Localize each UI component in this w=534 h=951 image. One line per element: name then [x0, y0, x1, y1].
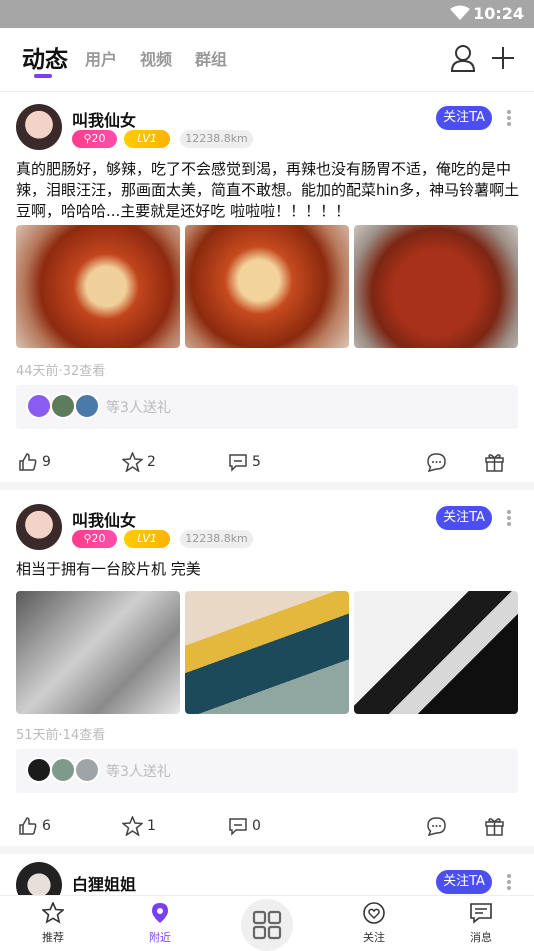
gift-text: 等3人送礼: [106, 764, 171, 780]
distance-badge: 12238.8km: [180, 130, 253, 148]
username[interactable]: 叫我仙女: [72, 507, 136, 531]
gift-avatar: [26, 757, 52, 783]
like-button[interactable]: 9: [18, 452, 51, 472]
username[interactable]: 叫我仙女: [72, 107, 136, 131]
post-text: 相当于拥有一台胶片机 完美: [16, 560, 201, 578]
level-badge: LV1: [124, 130, 170, 148]
follow-button[interactable]: 关注TA: [436, 870, 492, 894]
status-bar: 10:24: [0, 0, 534, 28]
follow-button[interactable]: 关注TA: [436, 106, 492, 130]
comment-count: 0: [252, 818, 261, 834]
thumbs-up-icon: [19, 817, 37, 835]
nav-label: 推荐: [42, 931, 64, 944]
nav-messages[interactable]: 消息: [451, 902, 511, 945]
star-icon: [121, 451, 144, 473]
post-photo[interactable]: [16, 591, 180, 714]
nav-label: 关注: [363, 931, 385, 944]
status-time: 10:24: [473, 4, 524, 23]
comment-button[interactable]: 0: [228, 816, 261, 836]
bottom-nav: 推荐 附近 关注 消息: [0, 895, 534, 951]
level-badge: LV1: [124, 530, 170, 548]
comment-button[interactable]: 5: [228, 452, 261, 472]
gift-avatar: [26, 393, 52, 419]
like-count: 9: [42, 454, 51, 470]
more-icon[interactable]: [502, 108, 516, 132]
post-meta: 44天前·32查看: [16, 364, 106, 379]
gift-text: 等3人送礼: [106, 400, 171, 416]
user-icon[interactable]: [450, 44, 476, 72]
fans-count: 20: [91, 532, 106, 545]
post-photo[interactable]: [354, 591, 518, 714]
fans-badge: ⚲20: [72, 130, 117, 148]
post-meta: 51天前·14查看: [16, 728, 106, 743]
message-icon: [470, 903, 492, 924]
more-icon[interactable]: [502, 872, 516, 895]
like-count: 6: [42, 818, 51, 834]
gift-bar[interactable]: 等3人送礼: [16, 385, 518, 429]
fans-badge: ⚲20: [72, 530, 117, 548]
feed[interactable]: 叫我仙女 ⚲20 LV1 12238.8km 关注TA 真的肥肠好，够辣，吃了不…: [0, 92, 534, 895]
gift-avatar: [50, 757, 76, 783]
top-nav: 动态 用户 视频 群组: [0, 28, 534, 92]
post-photo[interactable]: [185, 225, 349, 348]
star-count: 2: [147, 454, 156, 470]
tab-moments[interactable]: 动态: [22, 40, 68, 74]
comment-icon: [229, 818, 247, 836]
nav-nearby[interactable]: 附近: [130, 902, 190, 945]
post-photo[interactable]: [354, 225, 518, 348]
nav-label: 消息: [470, 931, 492, 944]
username[interactable]: 白狸姐姐: [72, 871, 136, 895]
gift-icon[interactable]: [484, 816, 505, 836]
star-button[interactable]: 2: [121, 451, 156, 473]
star-icon: [121, 815, 144, 837]
wifi-icon: [450, 5, 470, 20]
avatar[interactable]: [16, 504, 62, 550]
gift-avatar: [74, 393, 100, 419]
more-icon[interactable]: [502, 508, 516, 532]
avatar[interactable]: [16, 862, 62, 895]
star-icon: [41, 900, 65, 924]
gift-bar[interactable]: 等3人送礼: [16, 749, 518, 793]
post-photo[interactable]: [16, 225, 180, 348]
follow-button[interactable]: 关注TA: [436, 506, 492, 530]
nav-follow[interactable]: 关注: [344, 902, 404, 945]
avatar[interactable]: [16, 104, 62, 150]
post-photo[interactable]: [185, 591, 349, 714]
fans-count: 20: [91, 132, 106, 145]
tab-users[interactable]: 用户: [85, 46, 117, 70]
chat-bubble-icon[interactable]: [426, 816, 447, 836]
like-button[interactable]: 6: [18, 816, 51, 836]
comment-count: 5: [252, 454, 261, 470]
star-button[interactable]: 1: [121, 815, 156, 837]
comment-icon: [229, 454, 247, 472]
star-count: 1: [147, 818, 156, 834]
distance-badge: 12238.8km: [180, 530, 253, 548]
tab-indicator: [34, 74, 52, 78]
center-grid-button[interactable]: [241, 899, 293, 951]
heart-icon: [363, 902, 385, 924]
post-card[interactable]: 叫我仙女 ⚲20 LV1 12238.8km 关注TA 真的肥肠好，够辣，吃了不…: [0, 92, 534, 490]
nav-recommend[interactable]: 推荐: [23, 900, 83, 945]
nav-label: 附近: [149, 931, 171, 944]
tab-videos[interactable]: 视频: [140, 46, 172, 70]
grid-icon: [252, 910, 282, 940]
post-card[interactable]: 叫我仙女 ⚲20 LV1 12238.8km 关注TA 相当于拥有一台胶片机 完…: [0, 490, 534, 854]
add-icon[interactable]: [490, 44, 516, 72]
gift-avatar: [50, 393, 76, 419]
chat-bubble-icon[interactable]: [426, 452, 447, 472]
gift-icon[interactable]: [484, 452, 505, 472]
location-pin-icon: [152, 903, 168, 923]
tab-groups[interactable]: 群组: [195, 46, 227, 70]
gift-avatar: [74, 757, 100, 783]
post-text: 真的肥肠好，够辣，吃了不会感觉到渴，再辣也没有肠胃不适，俺吃的是中辣，泪眼汪汪，…: [16, 160, 520, 220]
post-card[interactable]: 白狸姐姐 关注TA: [0, 854, 534, 895]
thumbs-up-icon: [19, 453, 37, 471]
